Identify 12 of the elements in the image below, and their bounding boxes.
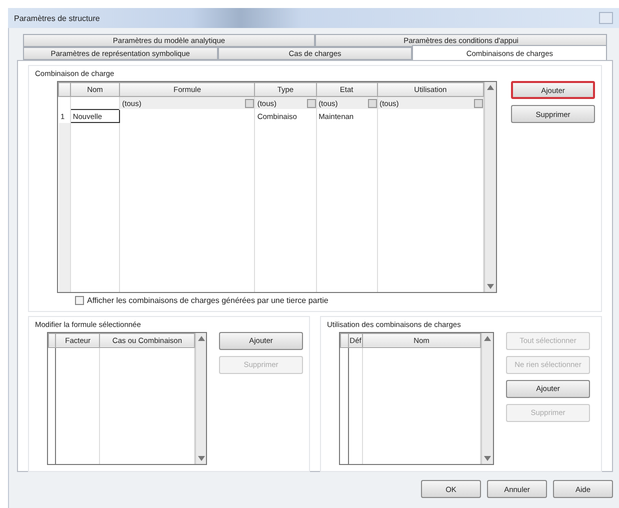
- up-arrow-icon[interactable]: [487, 85, 494, 90]
- down-arrow-icon[interactable]: [484, 456, 491, 461]
- scrollbar[interactable]: [481, 332, 493, 464]
- down-arrow-icon[interactable]: [198, 456, 205, 461]
- checkbox[interactable]: [75, 296, 84, 304]
- up-arrow-icon[interactable]: [484, 336, 491, 340]
- down-arrow-icon[interactable]: [487, 284, 494, 288]
- window-title: Paramètres de structure: [14, 14, 100, 22]
- scrollbar[interactable]: [195, 332, 206, 464]
- up-arrow-icon[interactable]: [198, 336, 205, 340]
- scrollbar[interactable]: [484, 82, 496, 292]
- checkbox-label: Afficher les combinaisons de charges générées par une tierce partie: [87, 296, 328, 304]
